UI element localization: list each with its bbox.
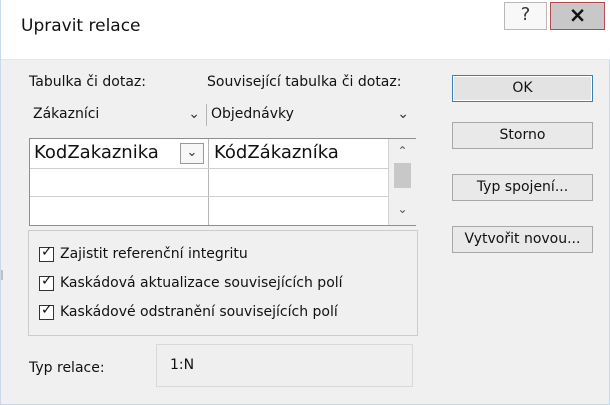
related-table-query-label: Související tabulka či dotaz: xyxy=(207,74,402,90)
cascade-delete-checkbox[interactable] xyxy=(39,302,54,320)
left-field-dropdown-button[interactable]: ⌄ xyxy=(180,143,204,164)
title-bar: Upravit relace ? × xyxy=(1,0,610,60)
edit-relationships-dialog: Upravit relace ? × Tabulka či dotaz: Sou… xyxy=(0,0,610,405)
chevron-down-icon: ⌄ xyxy=(397,106,409,122)
relationship-type-value: 1:N xyxy=(170,357,195,373)
help-button[interactable]: ? xyxy=(504,2,547,30)
chevron-down-icon: ⌄ xyxy=(188,106,200,122)
scroll-up-icon[interactable]: ⌃ xyxy=(389,142,416,160)
grid-column-divider xyxy=(208,139,209,225)
grid-row-divider xyxy=(30,196,388,197)
grid-row-divider xyxy=(30,168,388,169)
field-mapping-grid[interactable]: KodZakaznika ⌄ KódZákazníka ⌃ ⌄ xyxy=(29,138,416,226)
cascade-delete-label: Kaskádové odstranění souvisejících polí xyxy=(60,304,338,320)
close-icon: × xyxy=(568,3,587,27)
relationship-type-label: Typ relace: xyxy=(29,360,105,376)
scroll-down-icon[interactable]: ⌄ xyxy=(389,200,416,218)
relationship-type-box: 1:N xyxy=(156,344,413,387)
chevron-down-icon: ⌄ xyxy=(186,145,198,160)
related-table-query-dropdown[interactable]: Objednávky ⌄ xyxy=(207,104,415,126)
grid-scrollbar[interactable]: ⌃ ⌄ xyxy=(388,139,416,225)
related-table-query-value: Objednávky xyxy=(211,106,294,122)
table-query-dropdown[interactable]: Zákazníci ⌄ xyxy=(29,104,206,126)
create-new-button[interactable]: Vytvořit novou... xyxy=(452,226,593,253)
cascade-update-checkbox[interactable] xyxy=(39,273,54,291)
left-edge-marker xyxy=(1,270,3,280)
referential-integrity-checkbox[interactable] xyxy=(39,244,54,262)
dialog-title: Upravit relace xyxy=(21,16,141,36)
referential-integrity-checkbox-row[interactable]: Zajistit referenční integritu xyxy=(39,242,248,266)
table-query-label: Tabulka či dotaz: xyxy=(29,74,146,90)
referential-integrity-label: Zajistit referenční integritu xyxy=(60,246,248,262)
right-field-cell[interactable]: KódZákazníka xyxy=(214,142,339,163)
table-query-value: Zákazníci xyxy=(33,106,100,122)
cancel-button[interactable]: Storno xyxy=(452,122,593,149)
cascade-update-label: Kaskádová aktualizace souvisejících polí xyxy=(60,275,343,291)
cascade-update-checkbox-row[interactable]: Kaskádová aktualizace souvisejících polí xyxy=(39,271,343,295)
cascade-delete-checkbox-row[interactable]: Kaskádové odstranění souvisejících polí xyxy=(39,300,338,324)
help-icon: ? xyxy=(520,4,531,25)
close-button[interactable]: × xyxy=(550,2,605,30)
ok-button[interactable]: OK xyxy=(452,75,593,102)
scroll-thumb[interactable] xyxy=(394,163,411,188)
left-field-cell[interactable]: KodZakaznika xyxy=(34,142,159,163)
join-type-button[interactable]: Typ spojení... xyxy=(452,174,593,201)
